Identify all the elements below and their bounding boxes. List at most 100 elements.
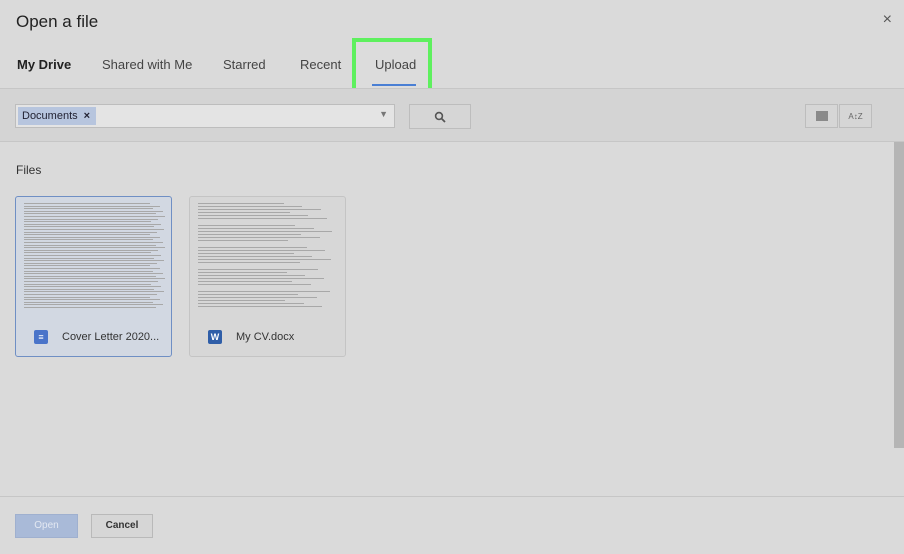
active-tab-indicator [372, 84, 416, 86]
thumbnail-text-line [198, 228, 314, 229]
close-icon[interactable]: × [883, 12, 892, 28]
thumbnail-text-line [24, 294, 157, 295]
thumbnail-text-line [198, 253, 294, 254]
list-view-icon [815, 111, 828, 121]
thumbnail-text-line [198, 269, 319, 270]
thumbnail-text-line [24, 208, 153, 210]
thumbnail-text-line [198, 237, 320, 238]
thumbnail-text-line [198, 297, 317, 298]
list-view-button[interactable] [805, 104, 838, 128]
thumbnail-text-line [24, 307, 156, 308]
thumbnail-text-line [198, 247, 307, 248]
thumbnail-text-line [24, 210, 163, 212]
file-card-my-cv[interactable]: W My CV.docx [189, 196, 346, 357]
thumbnail-text-line [198, 203, 284, 204]
file-name: Cover Letter 2020... [62, 331, 160, 343]
thumbnail-text-line [24, 244, 156, 246]
thumbnail-text-line [24, 299, 160, 301]
thumbnail-text-line [24, 247, 165, 249]
open-file-dialog: Open a file × My Drive Shared with Me St… [0, 0, 904, 554]
thumbnail-text-line [24, 221, 152, 223]
thumbnail-text-line [24, 234, 150, 236]
search-icon [434, 111, 446, 123]
tab-bar: My Drive Shared with Me Starred Recent U… [0, 48, 904, 88]
tab-upload[interactable]: Upload [375, 48, 416, 84]
search-input[interactable]: Documents × ▼ [15, 104, 395, 128]
thumbnail-text-line [24, 260, 165, 262]
thumbnail-text-line [24, 252, 152, 254]
thumbnail-text-line [24, 301, 153, 303]
document-thumbnail [22, 201, 165, 311]
thumbnail-text-line [198, 284, 311, 285]
thumbnail-text-line [198, 256, 313, 257]
thumbnail-text-line [198, 212, 290, 213]
thumbnail-text-line [24, 203, 150, 204]
filter-chip: Documents × [18, 107, 97, 125]
tab-shared-with-me[interactable]: Shared with Me [102, 48, 192, 84]
open-button[interactable]: Open [15, 514, 78, 538]
thumbnail-text-line [24, 255, 162, 256]
scrollbar[interactable] [894, 142, 904, 448]
thumbnail-text-line [198, 225, 296, 226]
cancel-button[interactable]: Cancel [91, 514, 153, 538]
thumbnail-text-line [24, 236, 160, 238]
thumbnail-text-line [198, 215, 309, 216]
thumbnail-text-line [198, 206, 303, 207]
thumbnail-text-line [198, 259, 331, 260]
thumbnail-text-line [198, 306, 323, 307]
thumbnail-text-line [24, 242, 163, 243]
thumbnail-text-line [198, 291, 330, 292]
thumbnail-text-line [24, 268, 160, 269]
thumbnail-text-line [24, 223, 162, 225]
tab-my-drive[interactable]: My Drive [17, 48, 71, 84]
tab-recent[interactable]: Recent [300, 48, 341, 84]
thumbnail-text-line [24, 288, 155, 290]
thumbnail-text-line [24, 216, 165, 217]
file-card-cover-letter[interactable]: ≡ Cover Letter 2020... [15, 196, 172, 357]
thumbnail-text-line [24, 286, 162, 288]
toolbar-divider [0, 141, 904, 142]
thumbnail-text-line [24, 278, 165, 280]
thumbnail-text-line [24, 281, 159, 282]
thumbnail-text-line [24, 229, 165, 230]
search-button[interactable] [409, 104, 471, 129]
thumbnail-text-line [198, 250, 326, 251]
thumbnail-text-line [24, 265, 150, 267]
files-section-label: Files [16, 163, 42, 177]
thumbnail-text-line [24, 213, 156, 215]
thumbnail-text-line [24, 205, 160, 207]
thumbnail-text-line [198, 281, 293, 282]
thumbnail-text-line [198, 300, 286, 301]
thumbnail-text-line [198, 275, 306, 276]
thumbnail-text-line [198, 234, 301, 235]
thumbnail-text-line [198, 278, 324, 279]
thumbnail-text-line [24, 291, 165, 293]
thumbnail-text-line [24, 218, 159, 220]
thumbnail-text-line [24, 262, 157, 264]
thumbnail-text-line [198, 218, 327, 219]
chip-remove-icon[interactable]: × [84, 107, 90, 125]
thumbnail-text-line [24, 226, 155, 228]
thumbnail-text-line [198, 231, 333, 232]
thumbnail-text-line [198, 209, 321, 210]
thumbnail-text-line [24, 273, 163, 275]
thumbnail-text-line [198, 294, 299, 295]
thumbnail-text-line [24, 296, 150, 298]
thumbnail-text-line [24, 270, 153, 272]
thumbnail-text-line [198, 272, 287, 273]
dialog-title: Open a file [16, 12, 99, 31]
thumbnail-text-line [24, 239, 153, 241]
sort-az-icon: A↕Z [848, 111, 863, 121]
thumbnail-text-line [24, 249, 159, 251]
thumbnail-text-line [24, 257, 155, 259]
thumbnail-text-line [198, 240, 289, 241]
filter-chip-label: Documents [22, 110, 78, 122]
footer-divider [0, 496, 904, 497]
tab-starred[interactable]: Starred [223, 48, 266, 84]
sort-button[interactable]: A↕Z [839, 104, 872, 128]
thumbnail-text-line [198, 303, 304, 304]
google-doc-icon: ≡ [34, 330, 48, 344]
thumbnail-text-line [24, 275, 156, 277]
document-thumbnail [196, 201, 339, 311]
chevron-down-icon[interactable]: ▼ [379, 109, 388, 119]
